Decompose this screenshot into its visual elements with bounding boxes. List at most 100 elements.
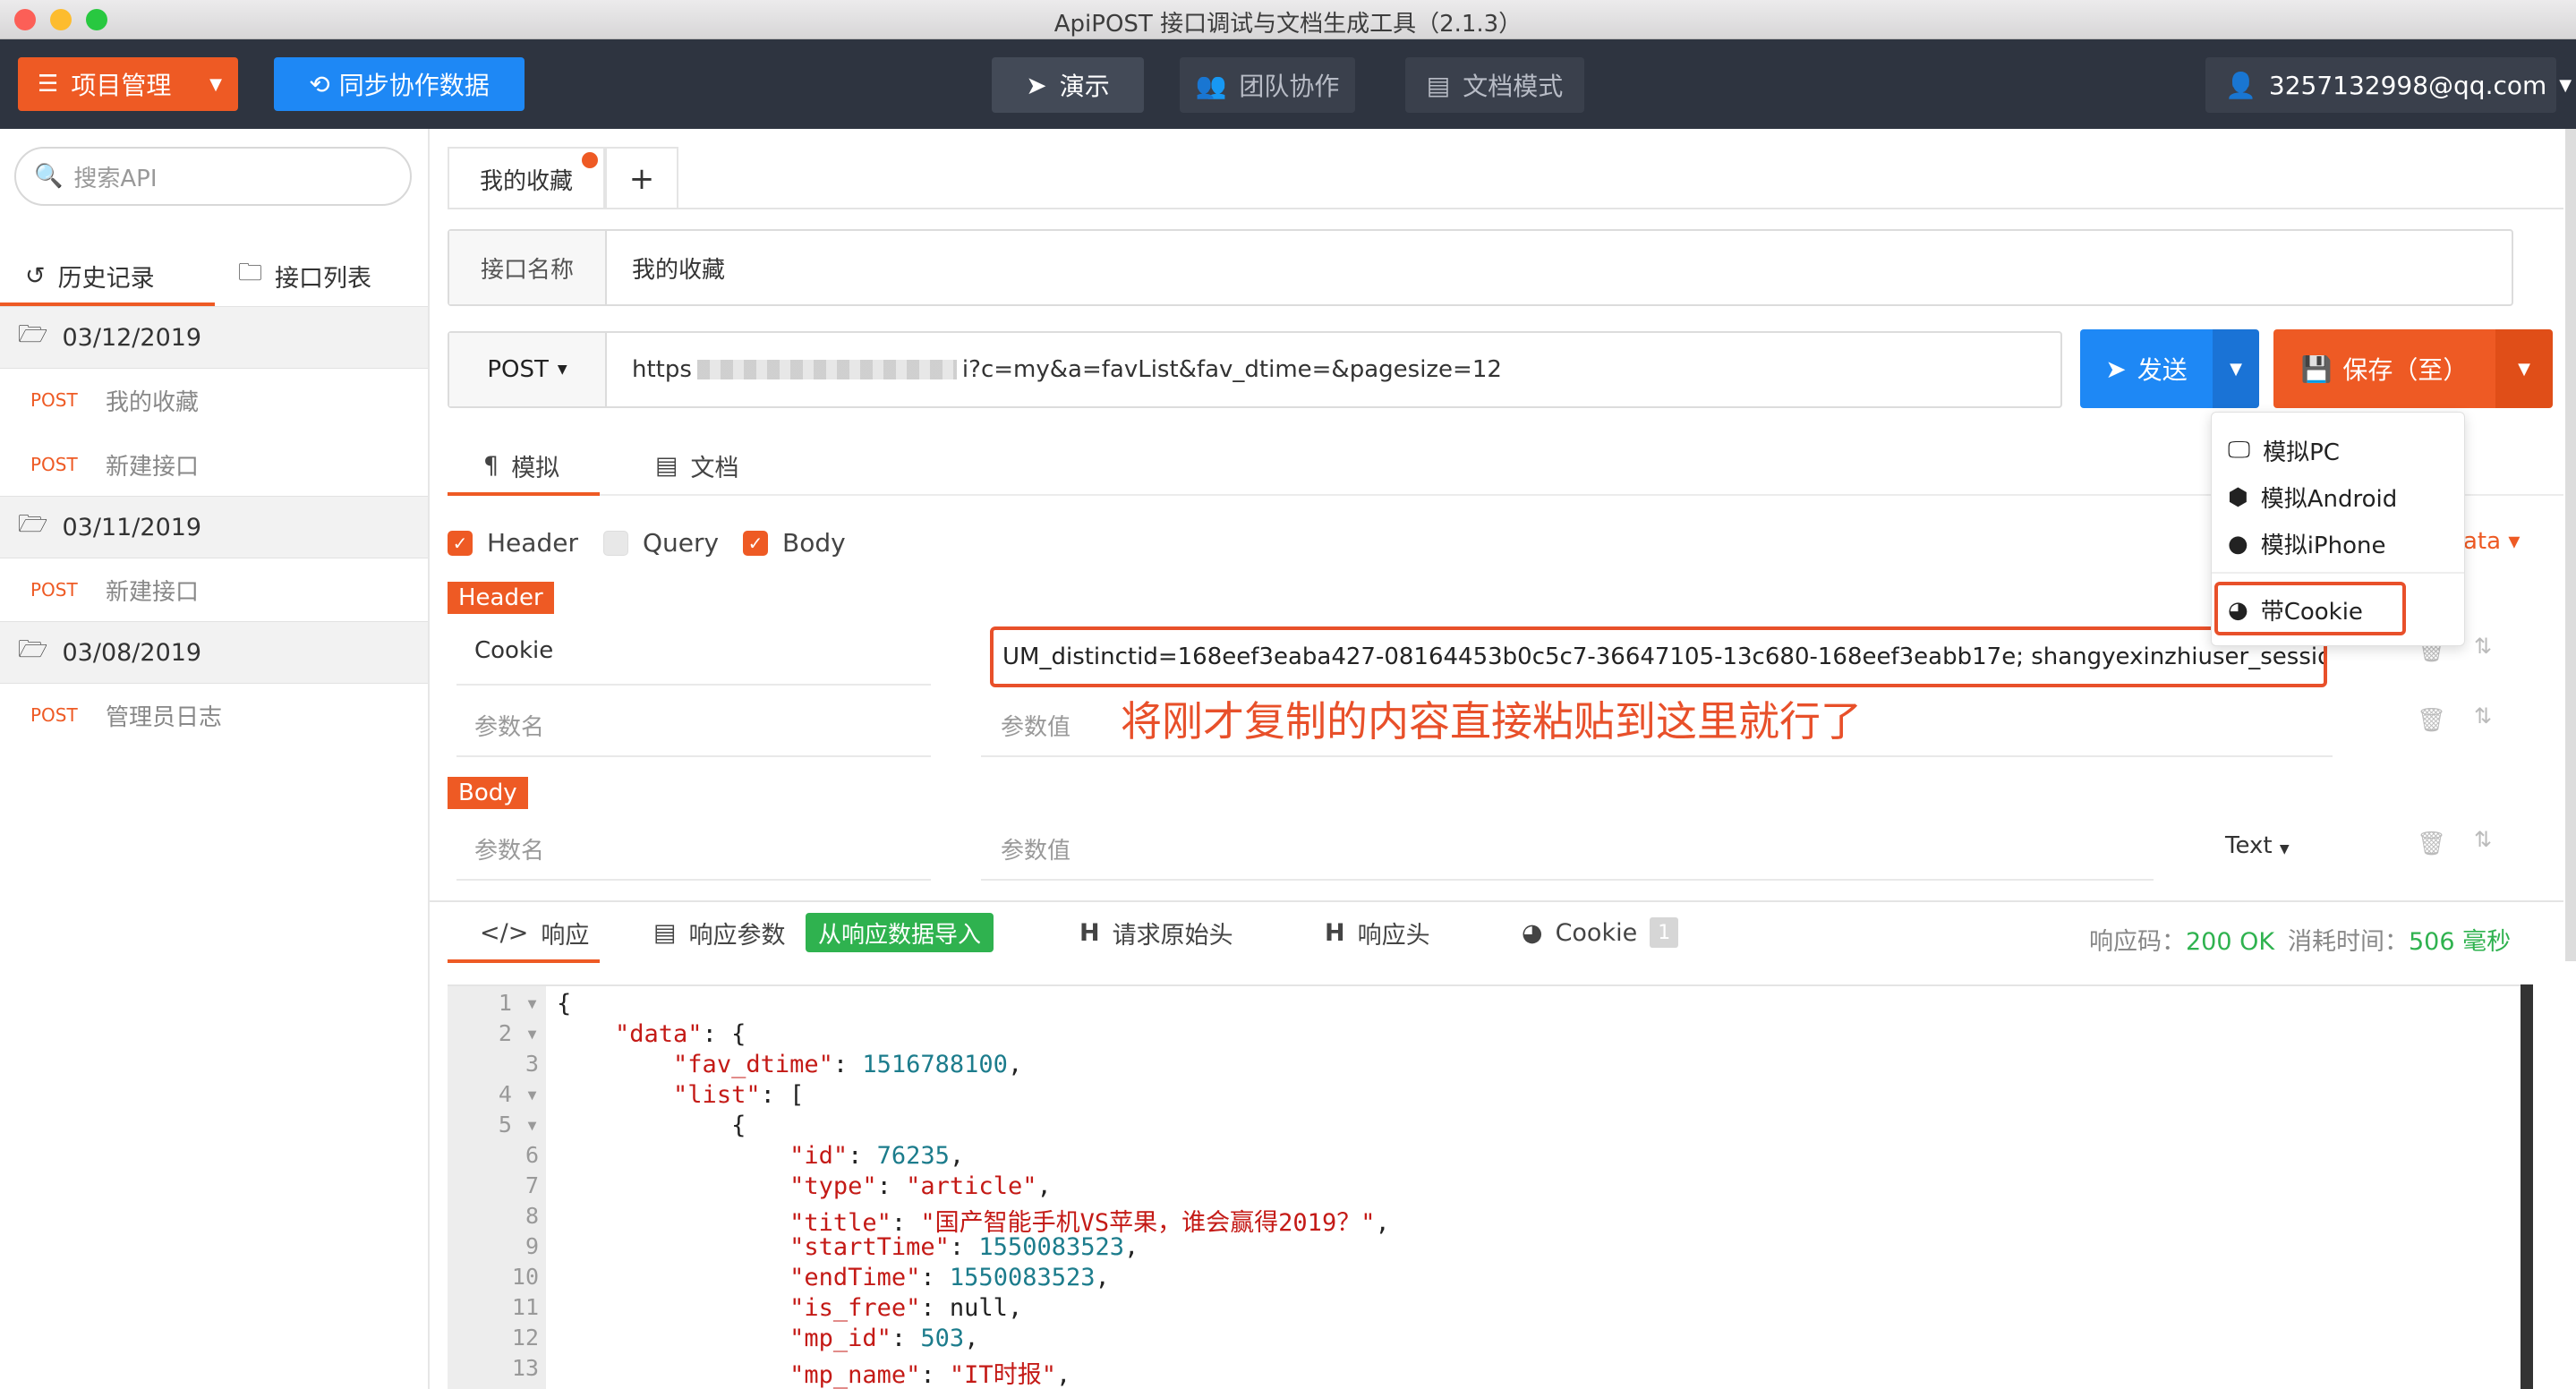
code-line: { — [557, 990, 572, 1018]
send-button[interactable]: ➤ 发送 — [2080, 329, 2213, 408]
tab-history-label: 历史记录 — [57, 264, 155, 293]
search-icon: 🔍 — [34, 163, 64, 190]
save-button[interactable]: 💾 保存（至） — [2273, 329, 2495, 408]
tab-api-list[interactable]: 🗀 接口列表 — [238, 249, 371, 303]
url-input[interactable]: https i?c=my&a=favList&fav_dtime=&pagesi… — [607, 356, 1502, 383]
body-value-input[interactable]: 参数值 — [1001, 832, 1070, 865]
status-code-value: 200 OK — [2186, 928, 2275, 956]
body-type-select[interactable]: Text ▼ — [2225, 832, 2290, 859]
monitor-icon: 🖵 — [2228, 437, 2251, 464]
chevron-down-icon: ▼ — [557, 362, 567, 377]
header-value-input[interactable]: 参数值 — [1001, 709, 1070, 742]
tab-document[interactable]: ▤ 文档 — [655, 435, 739, 496]
method-select[interactable]: POST ▼ — [449, 333, 607, 406]
method-value: POST — [487, 356, 549, 383]
body-checkbox-label: Body — [782, 528, 846, 558]
body-checkbox[interactable]: ✓ Body — [743, 528, 846, 558]
menu-item-iphone[interactable]: ● 模拟iPhone — [2228, 527, 2385, 560]
editor-scrollbar[interactable] — [2521, 984, 2533, 1389]
user-account-button[interactable]: 👤 3257132998@qq.com ▼ — [2205, 57, 2572, 113]
method-badge: POST — [30, 579, 78, 601]
code-icon: </> — [480, 918, 529, 947]
sidebar: 🔍 搜索API ↺ 历史记录 🗀 接口列表 🗁 03/12/2019 POST … — [0, 129, 430, 1389]
user-icon: 👤 — [2225, 70, 2256, 100]
list-item[interactable]: POST 新建接口 — [0, 433, 428, 496]
sync-label: 同步协作数据 — [338, 71, 490, 100]
history-date-group[interactable]: 🗁 03/12/2019 — [0, 306, 428, 369]
tab-history[interactable]: ↺ 历史记录 — [25, 249, 155, 303]
nav-demo-label: 演示 — [1059, 72, 1110, 101]
check-icon: ✓ — [743, 530, 768, 556]
line-gutter: 1 ▾ 2 ▾ 3 4 ▾ 5 ▾ 6 7 8 9 10 11 12 13 — [448, 986, 546, 1389]
tab-raw-request-headers[interactable]: H 请求原始头 — [1079, 904, 1233, 961]
nav-demo[interactable]: ➤ 演示 — [992, 57, 1144, 113]
trash-icon[interactable]: 🗑 — [2417, 707, 2446, 734]
project-manage-button[interactable]: ☰ 项目管理 ▼ — [18, 57, 238, 111]
response-divider — [430, 900, 2563, 902]
team-icon: 👥 — [1195, 70, 1227, 100]
nav-team[interactable]: 👥 团队协作 — [1180, 57, 1355, 113]
sort-icon[interactable]: ⇅ — [2474, 827, 2492, 852]
list-item[interactable]: POST 管理员日志 — [0, 684, 428, 746]
api-name-value[interactable]: 我的收藏 — [607, 251, 725, 285]
chevron-down-icon: ▼ — [2559, 75, 2572, 95]
tab-cookie-label: Cookie — [1555, 918, 1638, 947]
document-icon: ▤ — [653, 918, 677, 947]
cookie-icon: ◕ — [1522, 918, 1543, 947]
trash-icon[interactable]: 🗑 — [2417, 831, 2446, 857]
line-number: 10 — [511, 1264, 539, 1290]
tab-response[interactable]: </> 响应 — [480, 904, 589, 961]
tab-favorites[interactable]: 我的收藏 — [448, 147, 605, 209]
search-input[interactable]: 🔍 搜索API — [14, 147, 412, 206]
cookie-count-badge: 1 — [1650, 917, 1679, 948]
cookie-value: UM_distinctid=168eef3eaba427-08164453b0c… — [1002, 643, 2327, 670]
history-date-group[interactable]: 🗁 03/11/2019 — [0, 496, 428, 558]
url-field[interactable]: POST ▼ https i?c=my&a=favList&fav_dtime=… — [448, 331, 2062, 408]
response-editor[interactable]: 1 ▾ 2 ▾ 3 4 ▾ 5 ▾ 6 7 8 9 10 11 12 13 { "dat… — [448, 984, 2529, 1389]
tab-cookie[interactable]: ◕ Cookie 1 — [1522, 904, 1679, 961]
item-name: 新建接口 — [106, 453, 200, 481]
list-item[interactable]: POST 我的收藏 — [0, 369, 428, 431]
tab-simulate[interactable]: ¶ 模拟 — [483, 435, 559, 496]
window-title: ApiPOST 接口调试与文档生成工具（2.1.3） — [1053, 11, 1523, 38]
code-line: "mp_name": "IT时报", — [789, 1361, 1071, 1389]
sort-icon[interactable]: ⇅ — [2474, 703, 2492, 729]
save-options-button[interactable]: ▼ — [2495, 329, 2553, 408]
history-date-group[interactable]: 🗁 03/08/2019 — [0, 621, 428, 684]
send-options-button[interactable]: ▼ — [2213, 329, 2259, 408]
api-name-label: 接口名称 — [449, 231, 607, 304]
code-line: { — [557, 1112, 746, 1139]
header-key-cookie[interactable]: Cookie — [474, 637, 553, 664]
method-badge: POST — [30, 704, 78, 726]
sort-icon[interactable]: ⇅ — [2474, 634, 2492, 659]
tab-response-label: 响应 — [541, 921, 590, 950]
row-divider — [456, 879, 931, 881]
header-checkbox[interactable]: ✓ Header — [448, 528, 578, 558]
page-scrollbar[interactable] — [2565, 129, 2576, 961]
add-tab-button[interactable]: + — [605, 147, 678, 209]
line-number: 7 — [525, 1172, 539, 1198]
send-icon: ➤ — [2105, 354, 2127, 384]
code-line: "fav_dtime": 1516788100, — [673, 1051, 1023, 1078]
data-type-label: ata — [2463, 528, 2502, 555]
tab-response-headers[interactable]: H 响应头 — [1325, 904, 1430, 961]
menu-item-android[interactable]: ⬢ 模拟Android — [2228, 481, 2397, 514]
menu-item-pc[interactable]: 🖵 模拟PC — [2228, 434, 2340, 467]
list-item[interactable]: POST 新建接口 — [0, 558, 428, 621]
api-name-field[interactable]: 接口名称 我的收藏 — [448, 229, 2513, 306]
tab-response-params[interactable]: ▤ 响应参数 — [653, 904, 786, 961]
import-from-response-button[interactable]: 从响应数据导入 — [806, 913, 994, 952]
menu-divider — [2212, 572, 2464, 574]
line-number: 5 ▾ — [498, 1112, 539, 1138]
data-type-select[interactable]: ata ▾ — [2463, 528, 2520, 555]
body-key-input[interactable]: 参数名 — [474, 832, 544, 865]
cookie-value-input[interactable]: UM_distinctid=168eef3eaba427-08164453b0c… — [990, 626, 2327, 687]
nav-docs[interactable]: ▤ 文档模式 — [1405, 57, 1584, 113]
check-icon: ✓ — [448, 530, 473, 556]
query-checkbox[interactable]: Query — [603, 528, 719, 558]
header-key-input[interactable]: 参数名 — [474, 709, 544, 742]
code-line: "list": [ — [673, 1081, 805, 1109]
history-icon: ↺ — [25, 261, 46, 290]
header-section-label: Header — [448, 582, 554, 614]
sync-button[interactable]: ⟲ 同步协作数据 — [274, 57, 525, 111]
